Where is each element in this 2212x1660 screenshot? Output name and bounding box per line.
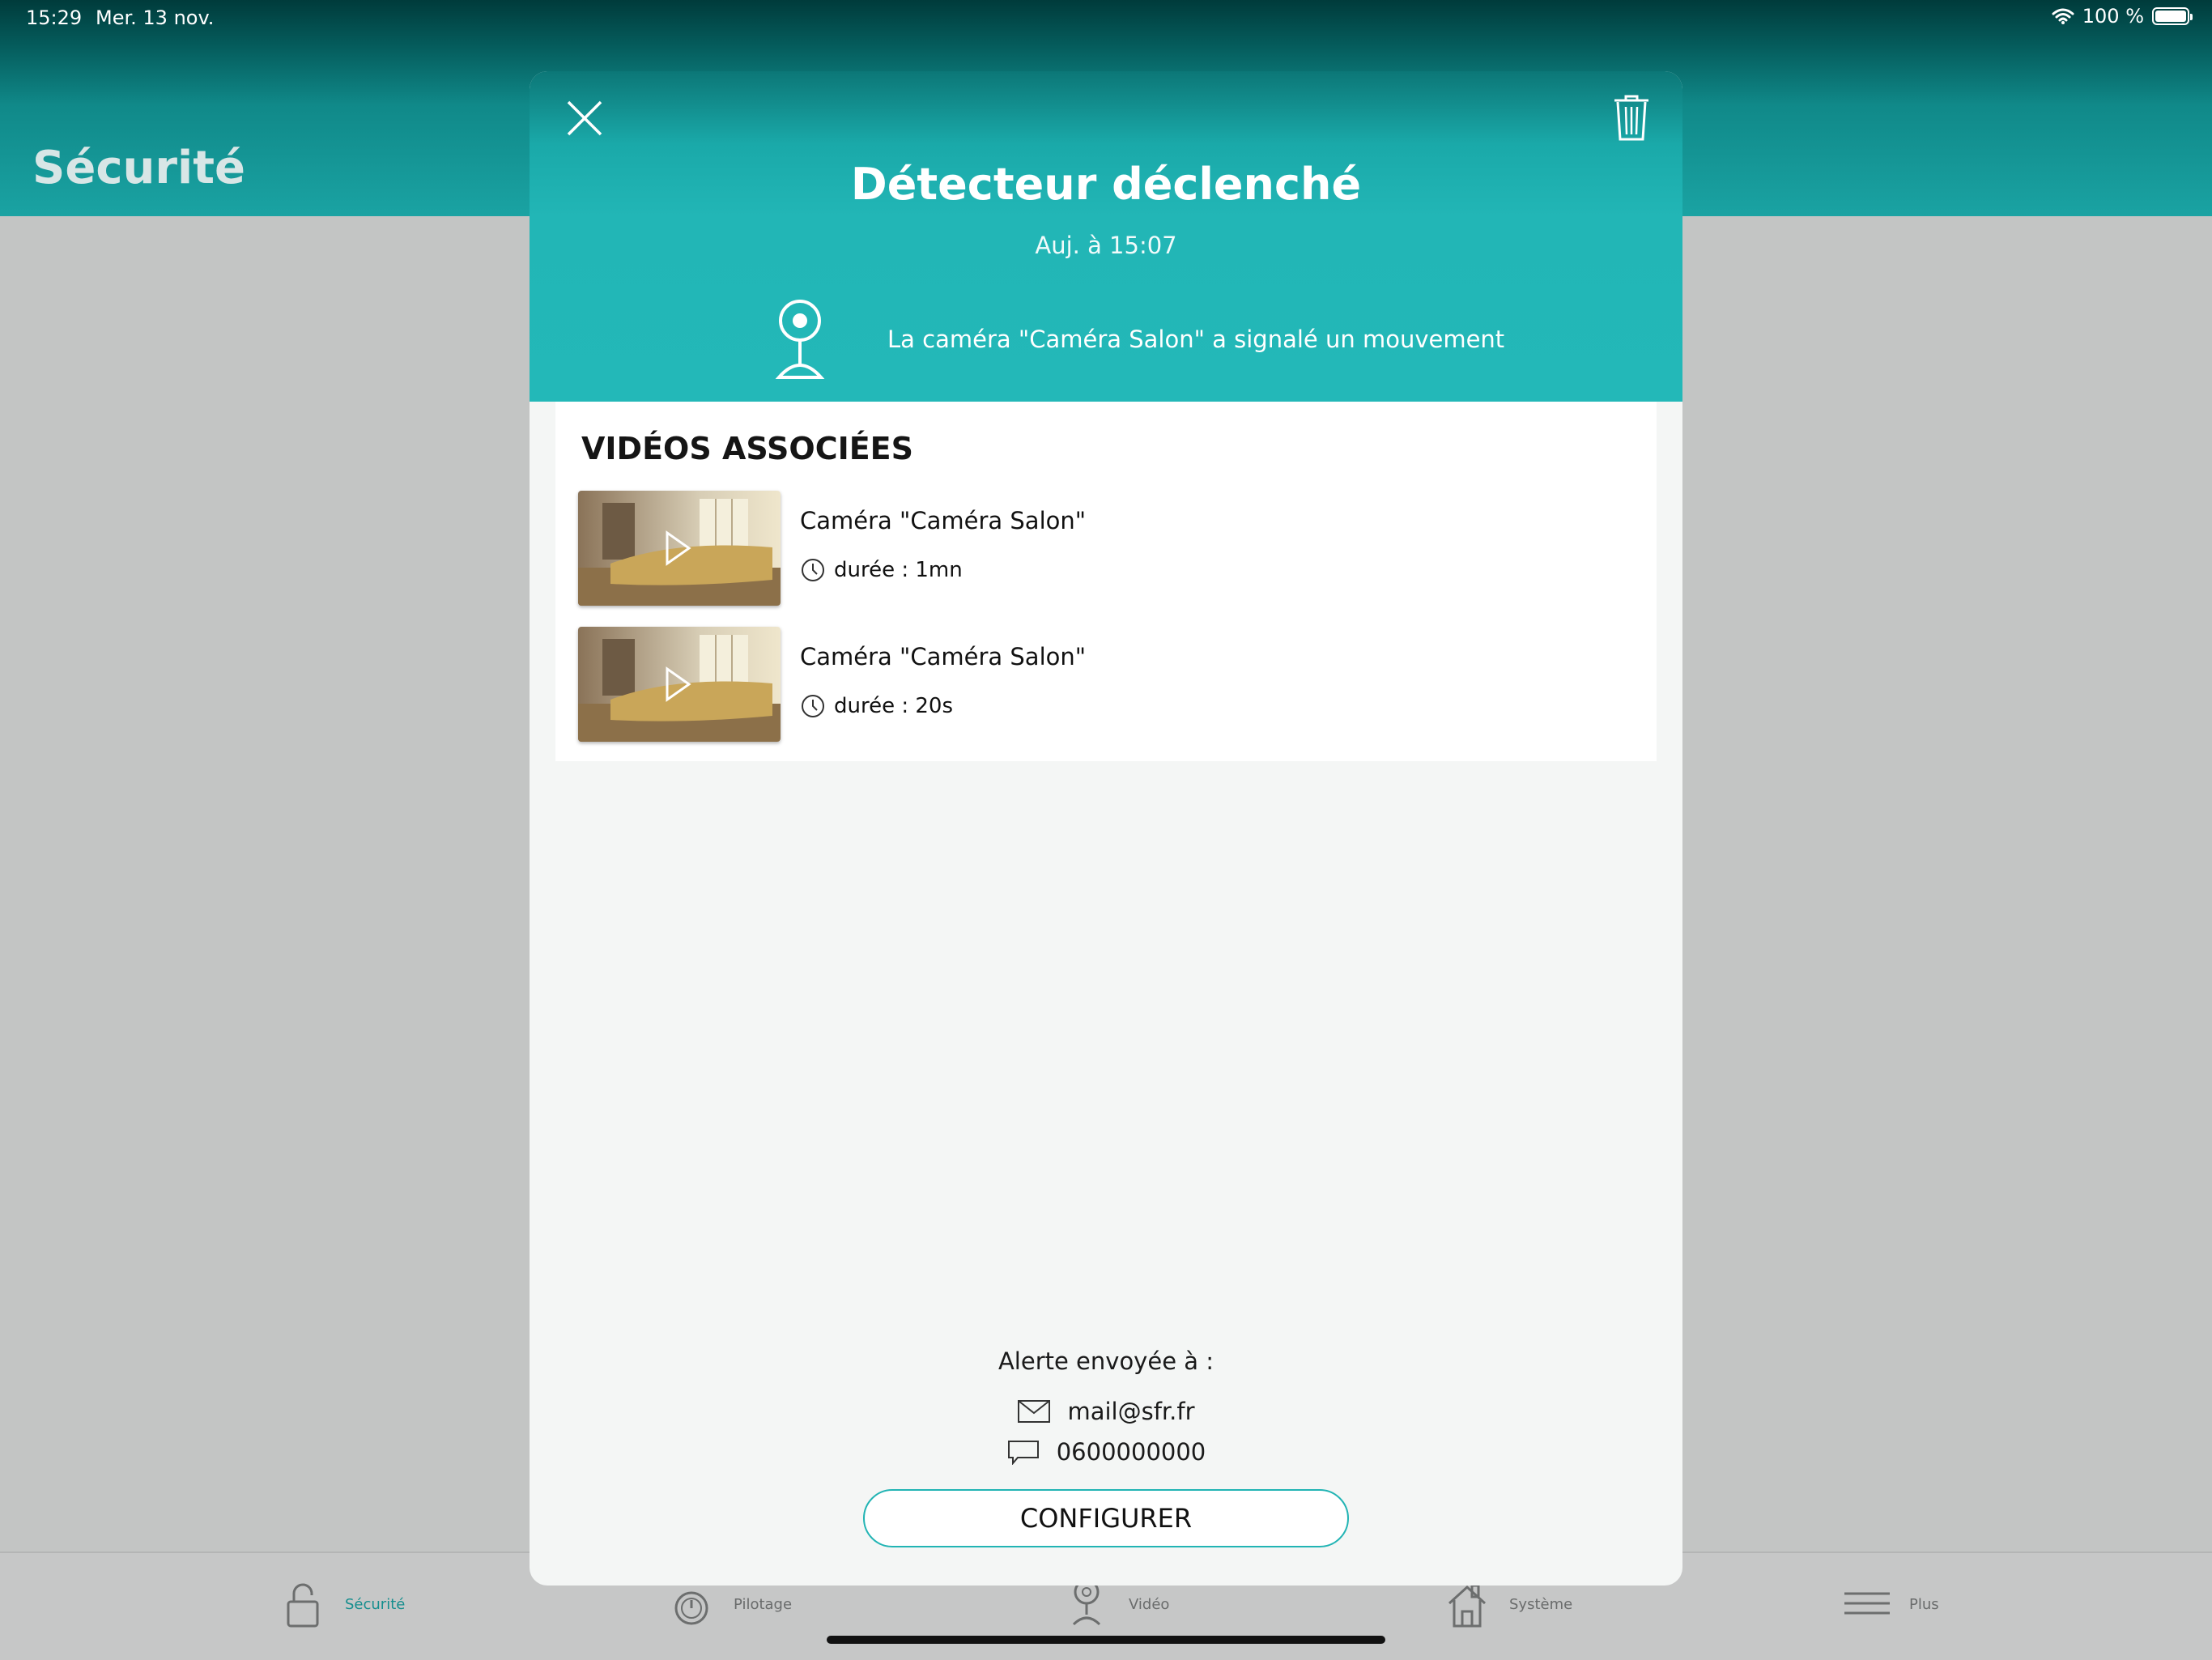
tab-label: Sécurité	[345, 1595, 406, 1613]
video-title: Caméra "Caméra Salon"	[800, 643, 1087, 670]
close-icon[interactable]	[560, 94, 609, 143]
video-title: Caméra "Caméra Salon"	[800, 507, 1087, 534]
menu-icon	[1844, 1592, 1890, 1615]
home-indicator	[827, 1636, 1385, 1644]
clock-icon	[802, 559, 824, 581]
event-modal: Détecteur déclenché Auj. à 15:07 La camé…	[530, 71, 1682, 1586]
event-date: Auj. à 15:07	[1035, 232, 1177, 259]
tab-securite[interactable]: Sécurité	[280, 1576, 405, 1632]
alert-label: Alerte envoyée à :	[998, 1347, 1214, 1375]
videos-panel: VIDÉOS ASSOCIÉES Caméra "Caméra Salon" d…	[555, 402, 1657, 761]
clock-icon	[802, 695, 824, 717]
alert-email: mail@sfr.fr	[1067, 1398, 1195, 1425]
alert-email-row: mail@sfr.fr	[530, 1398, 1682, 1425]
video-item[interactable]: Caméra "Caméra Salon" durée : 20s	[578, 627, 1631, 743]
video-duration: durée : 20s	[834, 694, 954, 718]
video-duration-row: durée : 20s	[800, 693, 953, 719]
alert-phone-row: 0600000000	[530, 1438, 1682, 1466]
videos-title: VIDÉOS ASSOCIÉES	[581, 431, 914, 466]
event-message: La caméra "Caméra Salon" a signalé un mo…	[887, 326, 1505, 353]
video-duration-row: durée : 1mn	[800, 557, 963, 583]
modal-header: Détecteur déclenché Auj. à 15:07 La camé…	[530, 71, 1682, 402]
alert-phone: 0600000000	[1056, 1438, 1206, 1466]
modal-title: Détecteur déclenché	[850, 159, 1362, 210]
battery-icon	[2152, 7, 2193, 25]
mail-icon	[1018, 1400, 1051, 1423]
tab-label: Pilotage	[734, 1595, 793, 1613]
status-date: Mer. 13 nov.	[96, 6, 215, 29]
tab-label: Vidéo	[1129, 1595, 1170, 1613]
video-item[interactable]: Caméra "Caméra Salon" durée : 1mn	[578, 491, 1631, 607]
page-title: Sécurité	[32, 142, 245, 194]
tab-label: Système	[1509, 1595, 1573, 1613]
battery-percent: 100 %	[2082, 5, 2144, 28]
configure-button[interactable]: CONFIGURER	[863, 1489, 1349, 1547]
status-time: 15:29	[26, 6, 83, 29]
video-thumbnail	[578, 491, 781, 606]
camera-icon	[1072, 1579, 1101, 1626]
house-icon	[1448, 1584, 1487, 1628]
security-camera-icon	[775, 300, 825, 379]
lock-icon	[287, 1583, 319, 1628]
wifi-icon	[2052, 8, 2074, 24]
trash-icon[interactable]	[1610, 92, 1653, 143]
sms-icon	[1007, 1441, 1039, 1465]
status-indicators: 100 %	[2052, 5, 2193, 28]
power-icon	[674, 1591, 708, 1625]
video-thumbnail	[578, 627, 781, 742]
video-duration: durée : 1mn	[834, 558, 963, 582]
tab-label: Plus	[1909, 1595, 1939, 1613]
tab-plus[interactable]: Plus	[1844, 1576, 1939, 1632]
